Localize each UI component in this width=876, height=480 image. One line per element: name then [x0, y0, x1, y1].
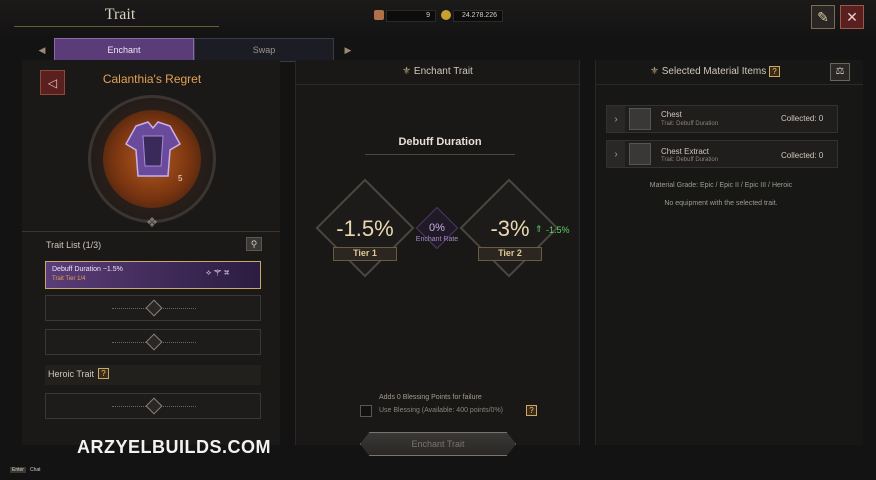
heroic-header: Heroic Trait ? [45, 365, 261, 385]
material-collected: Collected: 0 [781, 114, 824, 123]
watermark: ARZYELBUILDS.COM [77, 437, 271, 457]
enchant-trait-button[interactable]: Enchant Trait [360, 432, 516, 456]
enter-key-hint: Enter [10, 467, 26, 473]
material-name: Chest [661, 110, 682, 119]
page-title: Trait [104, 6, 136, 23]
material-trait: Trait: Debuff Duration [661, 121, 719, 127]
material-name: Chest Extract [661, 147, 710, 156]
back-button[interactable]: ◁ [40, 70, 65, 95]
material-collected: Collected: 0 [781, 151, 824, 160]
enchant-header: ⚜ Enchant Trait [295, 66, 580, 77]
tab-left-ornament: ◀ [38, 44, 46, 55]
trait-slot-name: Debuff Duration −1.5% [52, 266, 123, 273]
divider-ornament-icon: ❖ [145, 214, 159, 230]
tab-swap[interactable]: Swap [194, 38, 334, 62]
fleur-icon: ⚜ [402, 66, 414, 77]
coin-icon [441, 10, 451, 20]
scroll-icon: ✎ [817, 8, 829, 25]
material-item[interactable]: › Chest Extract Trait: Debuff Duration C… [606, 140, 838, 168]
chest-extract-thumbnail [629, 143, 651, 165]
material-item[interactable]: › Chest Trait: Debuff Duration Collected… [606, 105, 838, 133]
close-button[interactable]: ✕ [840, 5, 864, 29]
tab-bar: ◀ Enchant Swap ▶ [30, 38, 360, 62]
trait-slot-tier: Trait Tier 1/4 [52, 276, 86, 282]
trait-slot-empty[interactable] [45, 329, 261, 355]
help-icon[interactable]: ? [769, 66, 781, 77]
gold-value: 24.278.226 [453, 10, 503, 22]
use-blessing-checkbox[interactable] [360, 405, 372, 417]
slot-gem-icon [145, 397, 163, 415]
tab-enchant[interactable]: Enchant [54, 38, 194, 62]
upgrade-arrow-icon: ⇑ [535, 224, 543, 234]
close-icon: ✕ [846, 8, 858, 25]
title-ornament [14, 26, 219, 34]
enchant-header-label: Enchant Trait [413, 66, 473, 77]
tab-right-ornament: ▶ [344, 44, 352, 55]
trait-slot-selected[interactable]: Debuff Duration −1.5% Trait Tier 1/4 ⟡ ⚚… [45, 261, 261, 289]
help-icon[interactable]: ? [98, 368, 109, 379]
scale-icon[interactable]: ⚖ [830, 63, 850, 81]
trait-slot-empty[interactable] [45, 295, 261, 321]
chat-hint[interactable]: Chat [30, 467, 41, 473]
item-level: 5 [178, 174, 183, 183]
trait-slot-heroic-empty[interactable] [45, 393, 261, 419]
material-header-label: Selected Material Items [661, 66, 767, 77]
back-arrow-icon: ◁ [47, 75, 58, 90]
expand-arrow-icon[interactable]: › [607, 141, 625, 167]
trait-name-title: Debuff Duration [365, 136, 515, 155]
header-divider [295, 84, 580, 85]
tier-delta: -1.5% [546, 225, 570, 235]
enchant-rate-label: Enchant Rate [415, 236, 459, 243]
slot-gem-icon [145, 333, 163, 351]
material-grade: Material Grade: Epic / Epic II / Epic II… [649, 182, 793, 189]
enchant-rate-value: 0% [429, 222, 445, 234]
trait-slot-decor-icon: ⟡ ⚚ ⌘ [206, 268, 230, 277]
expand-arrow-icon[interactable]: › [607, 106, 625, 132]
item-name: Calanthia's Regret [102, 72, 202, 86]
chest-thumbnail [629, 108, 651, 130]
help-icon[interactable]: ? [526, 405, 537, 416]
trait-list-title: Trait List (1/3) [46, 240, 102, 250]
heroic-label: Heroic Trait [48, 369, 95, 379]
slot-gem-icon [145, 299, 163, 317]
header-divider [595, 84, 863, 85]
tier1-value: -1.5% [336, 216, 394, 241]
feather-icon [374, 10, 384, 20]
material-trait: Trait: Debuff Duration [661, 157, 719, 163]
tier1-label: Tier 1 [333, 247, 397, 261]
blessing-note: Adds 0 Blessing Points for failure [379, 394, 482, 401]
fleur-icon: ⚜ [649, 66, 662, 77]
search-icon[interactable]: ⚲ [246, 237, 262, 251]
scroll-icon-button[interactable]: ✎ [811, 5, 835, 29]
material-header: ⚜ Selected Material Items ? [595, 66, 835, 77]
empty-message: No equipment with the selected trait. [664, 200, 778, 207]
tier2-label: Tier 2 [478, 247, 542, 261]
resource1-value: 9 [386, 10, 436, 22]
use-blessing-label: Use Blessing (Available: 400 points/0%) [379, 407, 503, 414]
